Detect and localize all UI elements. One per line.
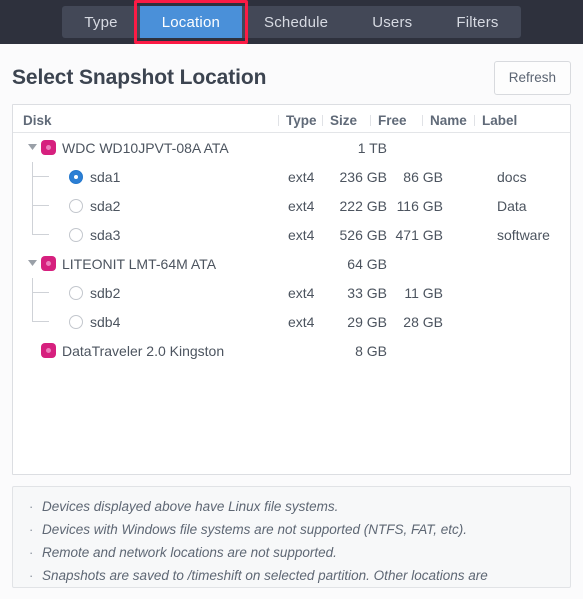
partition-size: 526 GB (339, 226, 387, 243)
partition-radio-sda2[interactable] (69, 198, 83, 213)
partition-radio-sdb2[interactable] (69, 285, 83, 300)
tab-users[interactable]: Users (350, 6, 434, 38)
note-item: · Snapshots are saved to /timeshift on se… (13, 564, 570, 587)
partition-cell: sdb2 (13, 278, 288, 307)
partition-size: 29 GB (347, 313, 387, 330)
partition-cell: sda1 (13, 162, 288, 191)
disk-icon (41, 256, 56, 271)
partition-type: ext4 (288, 168, 315, 185)
partition-size: 222 GB (339, 197, 387, 214)
partition-radio-sda3[interactable] (69, 227, 83, 242)
column-header-name[interactable]: Name (422, 113, 474, 128)
partition-cell: sda3 (13, 220, 288, 249)
partition-cell: sdb4 (13, 307, 288, 336)
partition-size: 236 GB (339, 168, 387, 185)
column-header-type[interactable]: Type (278, 113, 322, 128)
chevron-down-icon[interactable] (23, 249, 41, 278)
partition-radio-sdb4[interactable] (69, 314, 83, 329)
location-page: Select Snapshot Location Refresh Disk Ty… (0, 44, 583, 599)
disk-size: 8 GB (355, 342, 387, 359)
partition-free: 116 GB (396, 197, 443, 214)
partition-label: docs (497, 168, 527, 185)
disk-size: 1 TB (357, 139, 387, 156)
disk-row[interactable]: LITEONIT LMT-64M ATA 64 GB (13, 249, 570, 278)
partition-name: sda2 (90, 197, 121, 214)
note-text: Devices displayed above have Linux file … (42, 499, 339, 514)
column-header-disk[interactable]: Disk (13, 113, 278, 128)
chevron-down-icon[interactable] (23, 133, 41, 162)
partition-name: sdb4 (90, 313, 121, 330)
tree-connector (13, 307, 69, 336)
note-item: · Devices displayed above have Linux file… (13, 495, 570, 518)
disk-row[interactable]: WDC WD10JPVT-08A ATA 1 TB (13, 133, 570, 162)
partition-free: 86 GB (403, 168, 443, 185)
note-text: Snapshots are saved to /timeshift on sel… (42, 568, 488, 583)
disk-name: DataTraveler 2.0 Kingston (62, 342, 225, 359)
tree-connector (13, 278, 69, 307)
tab-location[interactable]: Location (139, 6, 243, 38)
disk-cell: WDC WD10JPVT-08A ATA (13, 133, 288, 162)
table-header-row: Disk Type Size Free Name Label (13, 105, 570, 133)
partition-row[interactable]: sda2 ext4 222 GB 116 GB Data (13, 191, 570, 220)
column-header-label[interactable]: Label (474, 113, 526, 128)
tab-schedule[interactable]: Schedule (242, 6, 350, 38)
disk-cell: LITEONIT LMT-64M ATA (13, 249, 288, 278)
disk-name: WDC WD10JPVT-08A ATA (62, 139, 229, 156)
partition-cell: sda2 (13, 191, 288, 220)
partition-type: ext4 (288, 284, 315, 301)
partition-name: sda3 (90, 226, 121, 243)
refresh-button[interactable]: Refresh (493, 61, 571, 95)
note-item: · Remote and network locations are not su… (13, 541, 570, 564)
bullet-icon: · (29, 499, 34, 514)
column-header-size[interactable]: Size (322, 113, 370, 128)
partition-label: software (497, 226, 550, 243)
partition-type: ext4 (288, 313, 315, 330)
partition-free: 28 GB (403, 313, 443, 330)
partition-type: ext4 (288, 226, 315, 243)
partition-size: 33 GB (347, 284, 387, 301)
tree-connector (13, 220, 69, 249)
partition-row[interactable]: sdb4 ext4 29 GB 28 GB (13, 307, 570, 336)
notes-panel: · Devices displayed above have Linux file… (12, 486, 571, 588)
tree-connector (13, 162, 69, 191)
note-text: Remote and network locations are not sup… (42, 545, 337, 560)
page-title: Select Snapshot Location (12, 66, 267, 89)
partition-row[interactable]: sda1 ext4 236 GB 86 GB docs (13, 162, 570, 191)
partition-free: 471 GB (395, 226, 443, 243)
partition-type: ext4 (288, 197, 315, 214)
tab-filters[interactable]: Filters (434, 6, 520, 38)
page-header: Select Snapshot Location Refresh (12, 44, 571, 104)
disk-size: 64 GB (347, 255, 387, 272)
note-item: · Devices with Windows file systems are n… (13, 518, 570, 541)
tab-type[interactable]: Type (62, 6, 139, 38)
bullet-icon: · (29, 522, 34, 537)
partition-radio-sda1[interactable] (69, 169, 83, 184)
partition-free: 11 GB (404, 284, 443, 301)
partition-row[interactable]: sda3 ext4 526 GB 471 GB software (13, 220, 570, 249)
bullet-icon: · (29, 545, 34, 560)
tree-connector (13, 191, 69, 220)
disk-row[interactable]: DataTraveler 2.0 Kingston 8 GB (13, 336, 570, 365)
disk-icon (41, 140, 56, 155)
partition-row[interactable]: sdb2 ext4 33 GB 11 GB (13, 278, 570, 307)
note-text: Devices with Windows file systems are no… (42, 522, 468, 537)
tab-strip: Type Location Schedule Users Filters (62, 6, 521, 38)
partition-name: sdb2 (90, 284, 121, 301)
bullet-icon: · (29, 568, 34, 583)
disk-tree-body: WDC WD10JPVT-08A ATA 1 TB sda1 ext4 236 GB 86… (13, 133, 570, 365)
disk-cell: DataTraveler 2.0 Kingston (13, 336, 288, 365)
partition-name: sda1 (90, 168, 121, 185)
column-header-free[interactable]: Free (370, 113, 422, 128)
disk-tree-panel: Disk Type Size Free Name Label WDC WD10J… (12, 104, 571, 475)
disk-icon (41, 343, 56, 358)
tab-bar: Type Location Schedule Users Filters (0, 0, 583, 44)
partition-label: Data (497, 197, 527, 214)
disk-name: LITEONIT LMT-64M ATA (62, 255, 217, 272)
